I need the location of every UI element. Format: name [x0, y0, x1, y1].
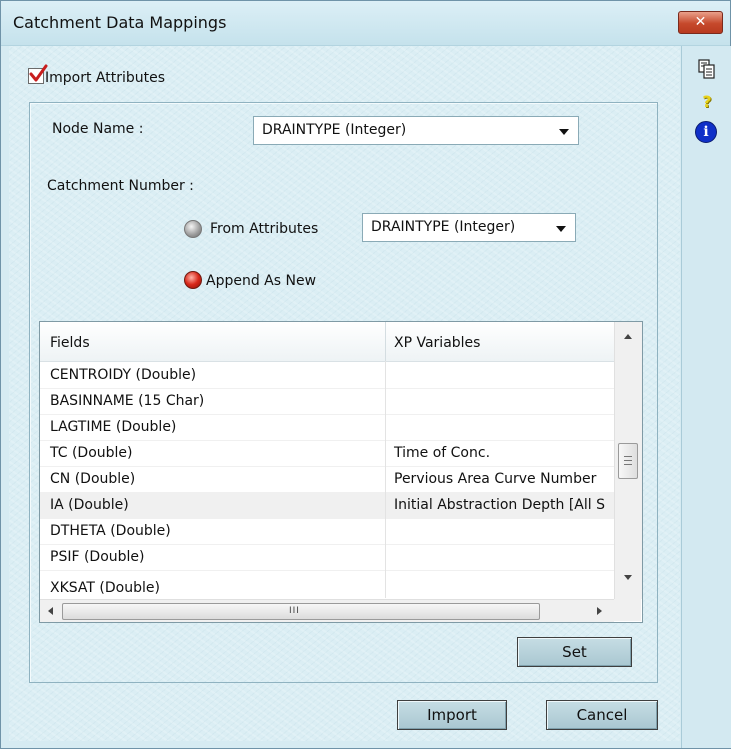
field-mapping-grid[interactable]: Fields XP Variables CENTROIDY (Double) B… [39, 321, 643, 623]
close-button[interactable]: ✕ [678, 11, 723, 34]
set-button[interactable]: Set [517, 637, 632, 667]
table-row[interactable]: CN (Double) Pervious Area Curve Number [40, 466, 614, 493]
field-cell: IA (Double) [50, 497, 129, 513]
from-attributes-value: DRAINTYPE (Integer) [371, 219, 516, 235]
dialog-window: Catchment Data Mappings ✕ ? i Import Att… [0, 0, 731, 749]
node-name-value: DRAINTYPE (Integer) [262, 122, 407, 138]
import-button[interactable]: Import [397, 700, 507, 730]
horizontal-scrollbar[interactable]: III [40, 599, 614, 622]
table-row[interactable]: TC (Double) Time of Conc. [40, 440, 614, 467]
column-header-xp-variables[interactable]: XP Variables [394, 335, 480, 351]
vertical-scrollbar[interactable] [614, 322, 642, 599]
field-cell: CENTROIDY (Double) [50, 367, 197, 383]
field-cell: XKSAT (Double) [50, 580, 160, 596]
append-as-new-radio[interactable] [184, 271, 202, 289]
vertical-scroll-thumb[interactable] [618, 443, 638, 479]
from-attributes-radio[interactable] [184, 220, 202, 238]
append-as-new-label[interactable]: Append As New [206, 273, 316, 289]
field-cell: PSIF (Double) [50, 549, 145, 565]
node-name-select[interactable]: DRAINTYPE (Integer) [253, 116, 579, 145]
scroll-left-icon[interactable] [48, 607, 53, 615]
import-attributes-label[interactable]: Import Attributes [45, 70, 165, 86]
side-toolbar: ? i [681, 46, 731, 748]
help-icon[interactable]: ? [696, 92, 718, 114]
table-row[interactable]: LAGTIME (Double) [40, 414, 614, 441]
cancel-button[interactable]: Cancel [546, 700, 658, 730]
close-icon: ✕ [694, 14, 707, 30]
title-bar[interactable]: Catchment Data Mappings ✕ [1, 1, 730, 46]
table-row[interactable]: PSIF (Double) [40, 544, 614, 571]
chevron-down-icon [556, 226, 566, 232]
grip-line [624, 460, 632, 461]
table-row[interactable]: DTHETA (Double) [40, 518, 614, 545]
table-row-selected[interactable]: IA (Double) Initial Abstraction Depth [A… [40, 492, 614, 519]
chevron-down-icon [559, 129, 569, 135]
table-row[interactable]: CENTROIDY (Double) [40, 362, 614, 389]
field-cell: BASINNAME (15 Char) [50, 393, 205, 409]
copy-icon[interactable] [696, 58, 718, 80]
field-cell: LAGTIME (Double) [50, 419, 177, 435]
field-cell: CN (Double) [50, 471, 136, 487]
grip-icon: III [289, 606, 300, 616]
node-name-label: Node Name : [52, 121, 144, 137]
scroll-right-icon[interactable] [597, 607, 602, 615]
field-cell: TC (Double) [50, 445, 133, 461]
variable-cell: Pervious Area Curve Number [394, 471, 597, 487]
scroll-down-icon[interactable] [624, 575, 632, 580]
grid-header: Fields XP Variables [40, 322, 614, 362]
info-icon[interactable]: i [695, 121, 717, 143]
variable-cell: Initial Abstraction Depth [All S [394, 497, 605, 513]
header-divider [385, 322, 386, 361]
grip-line [624, 456, 632, 457]
horizontal-scroll-thumb[interactable]: III [62, 603, 540, 620]
field-cell: DTHETA (Double) [50, 523, 171, 539]
table-row[interactable]: BASINNAME (15 Char) [40, 388, 614, 415]
variable-cell: Time of Conc. [394, 445, 491, 461]
column-divider [385, 361, 386, 598]
catchment-number-label: Catchment Number : [47, 178, 194, 194]
from-attributes-label[interactable]: From Attributes [210, 221, 318, 237]
table-row[interactable]: XKSAT (Double) [40, 570, 614, 600]
from-attributes-select[interactable]: DRAINTYPE (Integer) [362, 213, 576, 242]
scroll-corner [614, 599, 641, 621]
import-attributes-checkbox[interactable] [28, 64, 48, 84]
scroll-up-icon[interactable] [624, 334, 632, 339]
grip-line [624, 464, 632, 465]
column-header-fields[interactable]: Fields [50, 335, 90, 351]
window-title: Catchment Data Mappings [13, 13, 227, 32]
